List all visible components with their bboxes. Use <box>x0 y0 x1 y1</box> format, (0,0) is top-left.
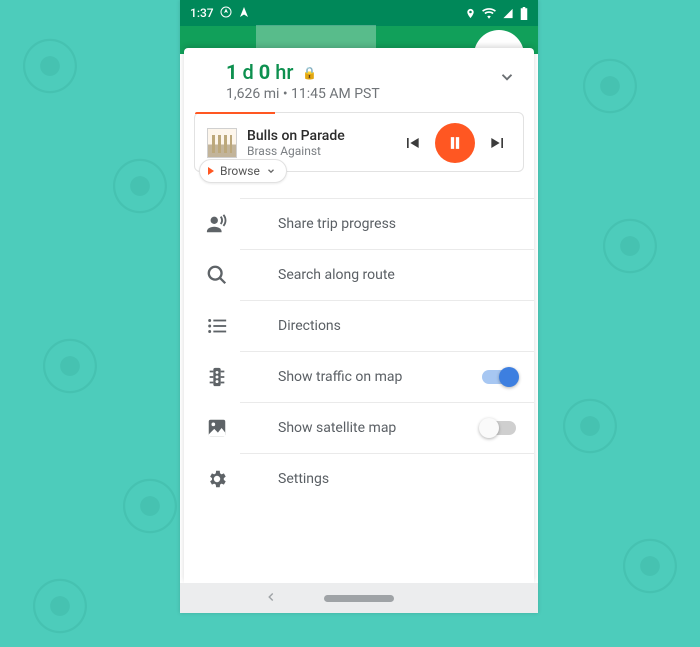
directions-option[interactable]: Directions <box>240 301 534 352</box>
traffic-toggle-option[interactable]: Show traffic on map <box>240 352 534 403</box>
eta-summary[interactable]: 1 d 0 hr 🔒 1,626 mi • 11:45 AM PST <box>184 48 534 110</box>
android-nav-bar <box>180 583 538 613</box>
option-label: Show satellite map <box>278 420 396 436</box>
track-artist: Brass Against <box>247 144 389 158</box>
wifi-icon <box>482 8 496 19</box>
nav-home-pill[interactable] <box>324 595 394 602</box>
traffic-toggle[interactable] <box>482 370 516 384</box>
list-icon <box>206 315 228 337</box>
share-trip-option[interactable]: Share trip progress <box>240 198 534 250</box>
lock-icon: 🔒 <box>302 66 317 80</box>
option-label: Search along route <box>278 267 395 283</box>
phone-frame: 1:37 <box>180 0 538 613</box>
status-bar: 1:37 <box>180 0 538 26</box>
chevron-down-icon[interactable] <box>498 68 516 90</box>
traffic-icon <box>206 366 228 388</box>
satellite-toggle[interactable] <box>482 421 516 435</box>
next-track-button[interactable] <box>485 130 511 156</box>
search-icon <box>206 264 228 286</box>
signal-icon <box>502 8 514 19</box>
options-list: Share trip progress Search along route D… <box>184 198 534 504</box>
battery-icon <box>520 7 528 20</box>
browse-chip[interactable]: Browse <box>199 159 287 183</box>
nav-arrow-icon <box>238 6 250 21</box>
status-clock: 1:37 <box>190 6 214 20</box>
search-route-option[interactable]: Search along route <box>240 250 534 301</box>
eta-subtitle: 1,626 mi • 11:45 AM PST <box>226 86 520 102</box>
previous-track-button[interactable] <box>399 130 425 156</box>
chevron-down-icon <box>266 166 276 176</box>
option-label: Share trip progress <box>278 216 396 232</box>
option-label: Show traffic on map <box>278 369 402 385</box>
gear-icon <box>206 468 228 490</box>
browse-label: Browse <box>220 164 260 178</box>
track-title: Bulls on Parade <box>247 128 389 144</box>
pause-button[interactable] <box>435 123 475 163</box>
play-music-icon <box>208 167 214 175</box>
option-label: Settings <box>278 471 329 487</box>
navigation-bottom-sheet: 1 d 0 hr 🔒 1,626 mi • 11:45 AM PST Bulls… <box>184 48 534 583</box>
satellite-toggle-option[interactable]: Show satellite map <box>240 403 534 454</box>
media-card: Bulls on Parade Brass Against <box>194 112 524 172</box>
eta-time: 1 d 0 hr 🔒 <box>226 60 520 84</box>
share-person-icon <box>206 213 228 235</box>
option-label: Directions <box>278 318 341 334</box>
location-icon <box>465 8 476 19</box>
settings-option[interactable]: Settings <box>240 454 534 504</box>
compass-icon <box>220 6 232 21</box>
satellite-map-icon <box>206 417 228 439</box>
album-art <box>207 128 237 158</box>
nav-back-button[interactable] <box>264 589 278 608</box>
